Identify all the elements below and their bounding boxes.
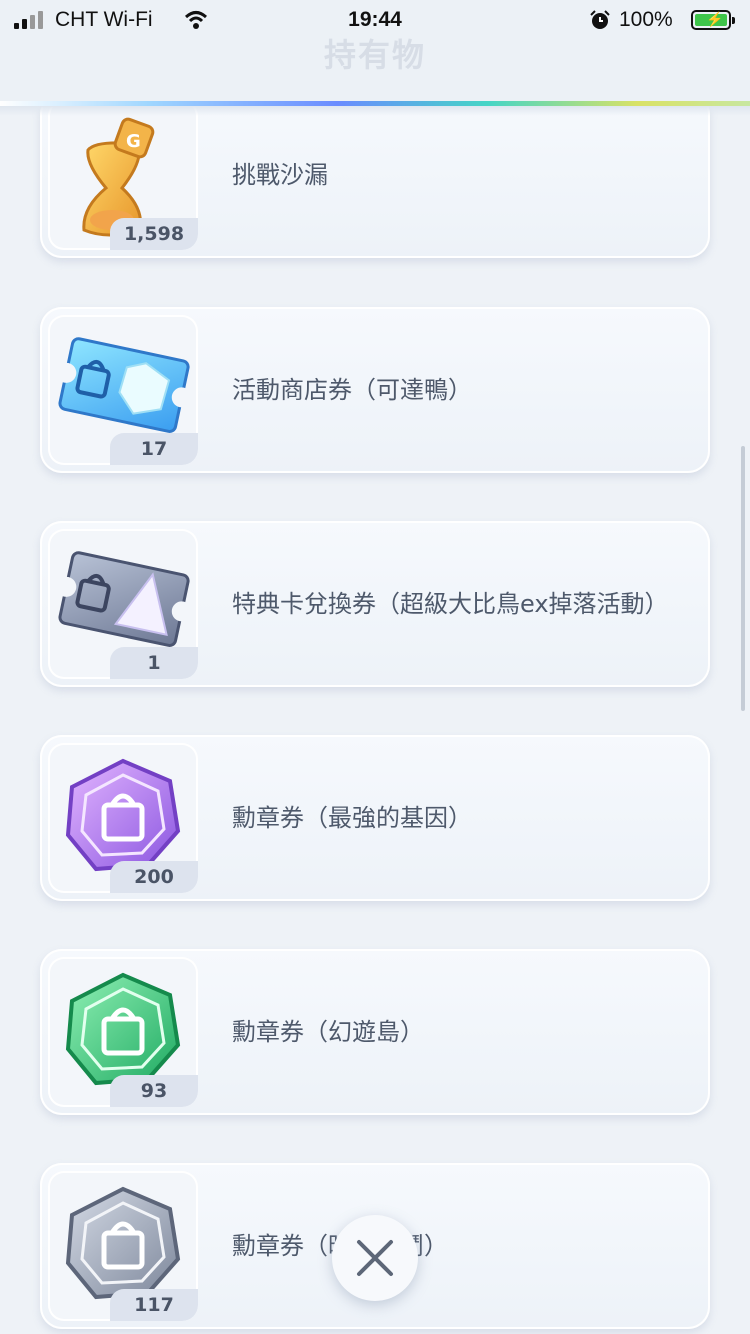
item-name: 勳章券（時空激鬥） (232, 1163, 672, 1329)
item-thumbnail: 1 (48, 529, 198, 679)
scrollbar[interactable] (741, 446, 745, 711)
alarm-icon (590, 10, 610, 29)
item-list: G 1,598 挑戰沙漏 17 活動商店券（可達鴨） 1 特典卡兌換券（超級大比… (0, 0, 750, 1334)
item-thumbnail: 117 (48, 1171, 198, 1321)
list-item[interactable]: 17 活動商店券（可達鴨） (40, 307, 710, 473)
battery-charging-icon: ⚡ (691, 10, 735, 30)
item-count: 17 (110, 433, 198, 465)
close-icon (357, 1240, 393, 1276)
close-button[interactable] (332, 1215, 418, 1301)
item-name: 挑戰沙漏 (232, 161, 328, 189)
item-name: 活動商店券（可達鴨） (232, 376, 472, 404)
item-thumbnail: 17 (48, 315, 198, 465)
header-accent-divider (0, 101, 750, 106)
item-count: 200 (110, 861, 198, 893)
item-count: 1 (110, 647, 198, 679)
list-item[interactable]: G 1,598 挑戰沙漏 (40, 92, 710, 258)
item-thumbnail: 93 (48, 957, 198, 1107)
list-item[interactable]: 93 勳章券（幻遊島） (40, 949, 710, 1115)
svg-text:G: G (126, 131, 141, 152)
item-name: 勳章券（幻遊島） (232, 1018, 424, 1046)
list-item[interactable]: 1 特典卡兌換券（超級大比鳥ex掉落活動） (40, 521, 710, 687)
item-count: 1,598 (110, 218, 198, 250)
item-count: 93 (110, 1075, 198, 1107)
page-title: 持有物 (323, 36, 426, 74)
battery-percent: 100% (619, 8, 673, 31)
item-count: 117 (110, 1289, 198, 1321)
item-thumbnail: G 1,598 (48, 100, 198, 250)
item-thumbnail: 200 (48, 743, 198, 893)
item-name: 勳章券（最強的基因） (232, 804, 472, 832)
list-item[interactable]: 200 勳章券（最強的基因） (40, 735, 710, 901)
header-shadow (0, 106, 750, 116)
item-name: 特典卡兌換券（超級大比鳥ex掉落活動） (232, 590, 669, 618)
header: CHT Wi-Fi 19:44 100% ⚡ 持有物 (0, 0, 750, 102)
